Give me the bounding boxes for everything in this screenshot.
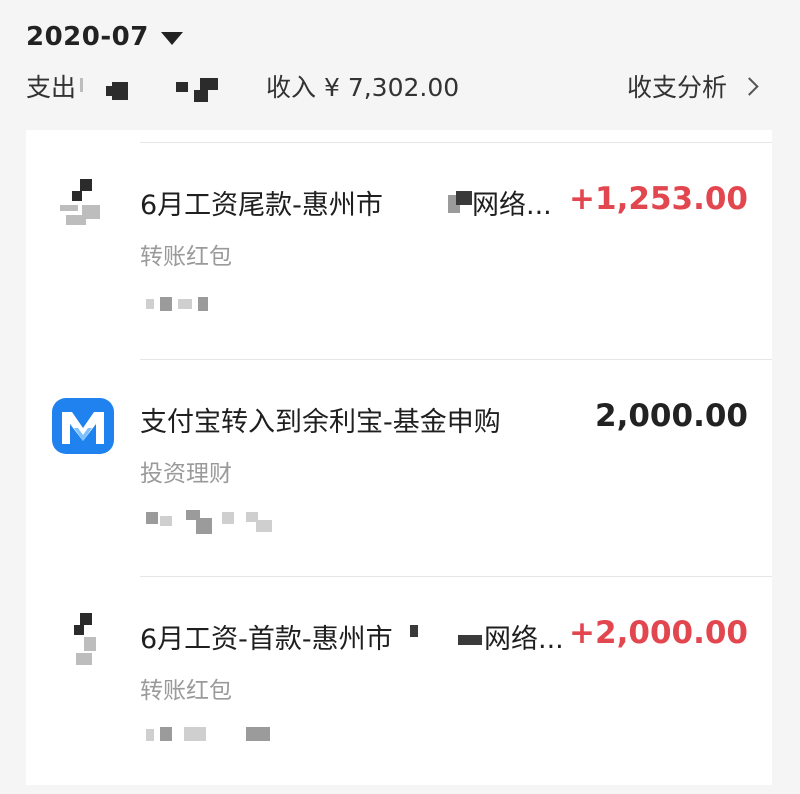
analysis-label: 收支分析 xyxy=(626,73,727,102)
transaction-amount: +2,000.00 xyxy=(569,615,748,651)
month-selector[interactable]: 2020-07 xyxy=(26,20,183,54)
header: 2020-07 支出 收入 ¥ 7,302.00 收支分析 xyxy=(0,0,800,130)
transaction-amount: 2,000.00 xyxy=(595,398,748,434)
transaction-title-tail: 网络... xyxy=(472,190,552,221)
transaction-amount: +1,253.00 xyxy=(569,181,748,217)
income-total: 收入 ¥ 7,302.00 xyxy=(266,73,460,102)
transaction-title: 支付宝转入到余利宝-基金申购 xyxy=(140,407,501,438)
redacted-avatar-icon xyxy=(52,175,112,235)
yu-li-bao-icon xyxy=(52,398,114,454)
redacted-avatar-icon xyxy=(52,611,112,671)
transaction-title: 6月工资-首款-惠州市 xyxy=(140,624,393,655)
transaction-row[interactable]: 6月工资-首款-惠州市 网络... +2,000.00 转账红包 xyxy=(26,577,772,794)
transaction-title: 6月工资尾款-惠州市 xyxy=(140,190,383,221)
redacted-name xyxy=(410,621,484,647)
income-expense-analysis-link[interactable]: 收支分析 xyxy=(627,66,762,106)
transaction-row[interactable]: 6月工资尾款-惠州市 网络... +1,253.00 转账红包 xyxy=(26,143,772,360)
redacted-time xyxy=(146,727,306,747)
expense-label: 支出 xyxy=(26,73,77,102)
transaction-list: 6月工资尾款-惠州市 网络... +1,253.00 转账红包 支付宝转入到余利… xyxy=(26,130,772,785)
redacted-expense-amount xyxy=(78,68,228,104)
caret-down-icon xyxy=(160,32,183,45)
transaction-category: 转账红包 xyxy=(140,244,232,270)
month-label: 2020-07 xyxy=(26,22,149,52)
monthly-summary: 支出 收入 ¥ 7,302.00 xyxy=(26,66,459,106)
transaction-category: 投资理财 xyxy=(140,461,232,487)
transaction-row[interactable]: 支付宝转入到余利宝-基金申购 2,000.00 投资理财 xyxy=(26,360,772,577)
redacted-time xyxy=(146,297,256,313)
redacted-time xyxy=(146,510,306,534)
chevron-right-icon xyxy=(740,76,759,96)
transaction-category: 转账红包 xyxy=(140,678,232,704)
transaction-title-tail: 网络... xyxy=(484,624,564,655)
